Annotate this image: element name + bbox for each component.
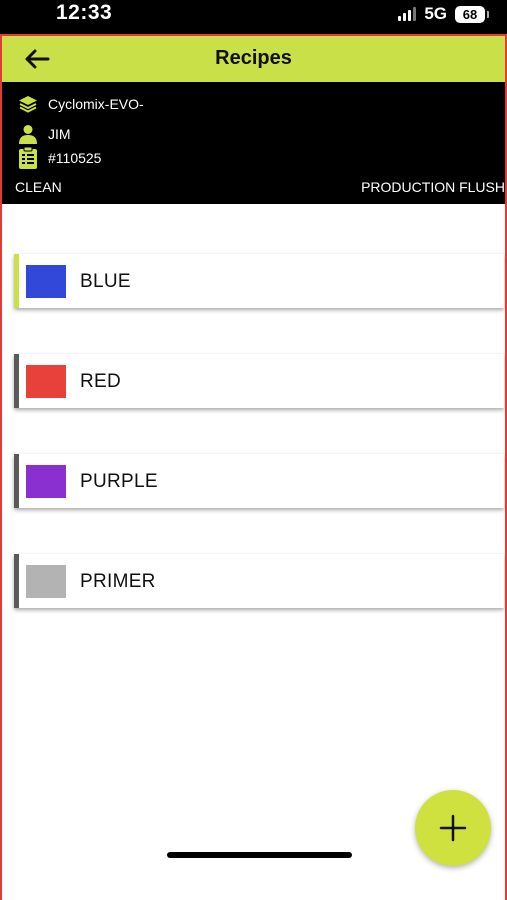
- layers-icon: [18, 94, 38, 114]
- recipe-name: PURPLE: [80, 471, 158, 492]
- phone-screen: 12:33 5G 68 Recipes Cyclomix-EVO- JIM #1…: [0, 0, 507, 900]
- plus-icon: [439, 814, 467, 842]
- color-swatch: [26, 565, 66, 598]
- user-name: JIM: [48, 126, 71, 142]
- battery-level: 68: [462, 6, 478, 22]
- recipe-card-purple[interactable]: PURPLE: [14, 454, 504, 508]
- order-number: #110525: [48, 150, 102, 166]
- color-swatch: [26, 465, 66, 498]
- recipe-accent: [14, 554, 19, 608]
- status-bar: 12:33 5G 68: [0, 0, 507, 34]
- clipboard-icon: [18, 147, 38, 169]
- recipe-list: BLUE RED PURPLE PRIMER: [2, 204, 505, 900]
- network-type: 5G: [424, 4, 447, 23]
- recipe-card-blue[interactable]: BLUE: [14, 254, 504, 308]
- signal-icon: [398, 7, 417, 21]
- recipe-card-primer[interactable]: PRIMER: [14, 554, 504, 608]
- info-panel: Cyclomix-EVO- JIM #110525 CLEAN PRODUCTI…: [2, 82, 505, 204]
- user-row: JIM: [18, 124, 71, 144]
- mode-clean: CLEAN: [15, 179, 62, 195]
- app-bar: Recipes: [2, 36, 505, 82]
- recipe-name: PRIMER: [80, 571, 156, 592]
- recipe-card-red[interactable]: RED: [14, 354, 504, 408]
- battery-icon: 68: [455, 5, 489, 23]
- order-row: #110525: [18, 147, 102, 169]
- recipe-accent: [14, 454, 19, 508]
- color-swatch: [26, 365, 66, 398]
- add-recipe-button[interactable]: [415, 790, 491, 866]
- recipe-name: BLUE: [80, 271, 131, 292]
- person-icon: [18, 124, 38, 144]
- mode-production-flush: PRODUCTION FLUSH: [361, 179, 505, 195]
- page-title: Recipes: [215, 47, 292, 69]
- app-frame: Recipes Cyclomix-EVO- JIM #110525 CLEAN …: [0, 34, 507, 900]
- recipe-name: RED: [80, 371, 122, 392]
- machine-row: Cyclomix-EVO-: [18, 94, 144, 114]
- home-indicator: [167, 852, 352, 858]
- recipe-accent: [14, 354, 19, 408]
- machine-name: Cyclomix-EVO-: [48, 96, 144, 112]
- color-swatch: [26, 265, 66, 298]
- status-time: 12:33: [56, 1, 113, 24]
- recipe-accent: [14, 254, 19, 308]
- status-indicators: 5G 68: [398, 4, 489, 24]
